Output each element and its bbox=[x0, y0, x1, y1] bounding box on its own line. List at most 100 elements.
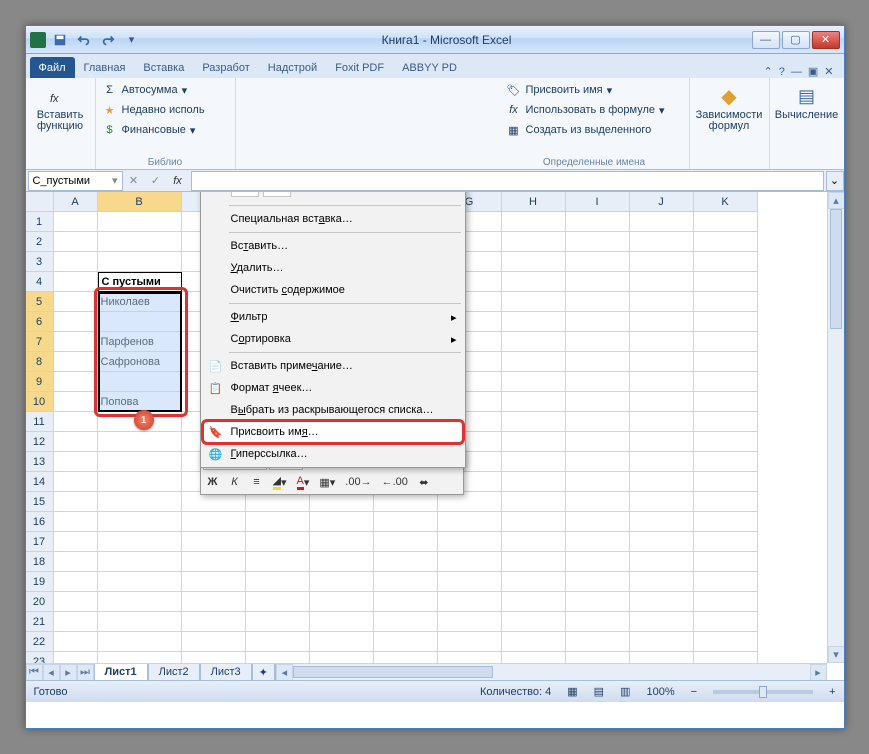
view-normal-button[interactable]: ▦ bbox=[567, 685, 577, 698]
sheet-nav-first[interactable]: ⏮ bbox=[26, 664, 43, 680]
tab-file[interactable]: Файл bbox=[30, 57, 75, 78]
recent-functions-button[interactable]: ★Недавно исполь bbox=[102, 100, 229, 120]
row-header-6[interactable]: 6 bbox=[26, 312, 54, 332]
help-icon[interactable]: ? bbox=[779, 66, 785, 78]
col-header-I[interactable]: I bbox=[566, 192, 630, 212]
font-color-button[interactable]: A▾ bbox=[293, 472, 314, 492]
doc-close-button[interactable]: ✕ bbox=[824, 65, 833, 78]
close-button[interactable]: ✕ bbox=[812, 31, 840, 49]
hscroll-thumb[interactable] bbox=[293, 666, 493, 678]
name-box[interactable]: С_пустыми▾ bbox=[28, 171, 123, 191]
row-header-19[interactable]: 19 bbox=[26, 572, 54, 592]
merge-button[interactable]: ⬌ bbox=[414, 472, 434, 492]
tab-abbyy[interactable]: ABBYY PD bbox=[393, 57, 466, 78]
scroll-up-button[interactable]: ▴ bbox=[828, 192, 844, 209]
cell-B7[interactable]: Парфенов bbox=[98, 332, 182, 352]
underline-toggle[interactable]: ≡ bbox=[247, 472, 267, 492]
calculation-button[interactable]: ▤ Вычисление bbox=[776, 80, 838, 125]
borders-button[interactable]: ▦▾ bbox=[315, 472, 339, 492]
row-header-9[interactable]: 9 bbox=[26, 372, 54, 392]
row-header-2[interactable]: 2 bbox=[26, 232, 54, 252]
fx-button[interactable]: fx bbox=[167, 171, 189, 191]
use-in-formula-button[interactable]: fxИспользовать в формуле ▾ bbox=[506, 100, 683, 120]
cell-B10[interactable]: Попова bbox=[98, 392, 182, 412]
expand-formula-bar[interactable]: ⌄ bbox=[826, 171, 844, 191]
redo-button[interactable] bbox=[98, 30, 118, 50]
row-header-11[interactable]: 11 bbox=[26, 412, 54, 432]
sheet-nav-prev[interactable]: ◂ bbox=[43, 664, 60, 680]
cell-B5[interactable]: Николаев bbox=[98, 292, 182, 312]
paste-option-1[interactable] bbox=[231, 192, 259, 197]
zoom-level[interactable]: 100% bbox=[646, 686, 674, 698]
row-header-14[interactable]: 14 bbox=[26, 472, 54, 492]
row-header-20[interactable]: 20 bbox=[26, 592, 54, 612]
save-button[interactable] bbox=[50, 30, 70, 50]
scroll-down-button[interactable]: ▾ bbox=[828, 646, 844, 663]
ctx-comment[interactable]: 📄Вставить примечание… bbox=[203, 355, 463, 377]
row-header-22[interactable]: 22 bbox=[26, 632, 54, 652]
ctx-dropdown-list[interactable]: Выбрать из раскрывающегося списка… bbox=[203, 399, 463, 421]
sheet-tab-2[interactable]: Лист2 bbox=[148, 664, 200, 680]
view-layout-button[interactable]: ▤ bbox=[594, 685, 604, 698]
row-header-5[interactable]: 5 bbox=[26, 292, 54, 312]
row-header-16[interactable]: 16 bbox=[26, 512, 54, 532]
insert-function-button[interactable]: fx Вставить функцию bbox=[32, 80, 89, 136]
sheet-tab-1[interactable]: Лист1 bbox=[94, 664, 148, 680]
paste-option-2[interactable] bbox=[263, 192, 291, 197]
view-pagebreak-button[interactable]: ▥ bbox=[620, 685, 630, 698]
ctx-define-name[interactable]: 🔖Присвоить имя… bbox=[203, 421, 463, 443]
fill-color-button[interactable]: ◢▾ bbox=[269, 472, 291, 492]
col-header-H[interactable]: H bbox=[502, 192, 566, 212]
ctx-paste-special[interactable]: Специальная вставка… bbox=[203, 208, 463, 230]
sheet-tab-3[interactable]: Лист3 bbox=[200, 664, 252, 680]
col-header-J[interactable]: J bbox=[630, 192, 694, 212]
minimize-button[interactable]: — bbox=[752, 31, 780, 49]
ctx-format-cells[interactable]: 📋Формат ячеек… bbox=[203, 377, 463, 399]
cell-B8[interactable]: Сафронова bbox=[98, 352, 182, 372]
row-header-15[interactable]: 15 bbox=[26, 492, 54, 512]
maximize-button[interactable]: ▢ bbox=[782, 31, 810, 49]
chevron-down-icon[interactable]: ▾ bbox=[112, 174, 118, 187]
tab-dev[interactable]: Разработ bbox=[193, 57, 258, 78]
ctx-insert[interactable]: Вставить… bbox=[203, 235, 463, 257]
row-header-18[interactable]: 18 bbox=[26, 552, 54, 572]
zoom-in-button[interactable]: + bbox=[829, 686, 835, 698]
tab-insert[interactable]: Вставка bbox=[134, 57, 193, 78]
zoom-slider[interactable] bbox=[713, 690, 813, 694]
row-header-13[interactable]: 13 bbox=[26, 452, 54, 472]
financial-button[interactable]: $Финансовые ▾ bbox=[102, 120, 229, 140]
vscroll-thumb[interactable] bbox=[830, 209, 842, 329]
ctx-hyperlink[interactable]: 🌐Гиперссылка… bbox=[203, 443, 463, 465]
ctx-clear[interactable]: Очистить содержимое bbox=[203, 279, 463, 301]
ctx-filter[interactable]: Фильтр▸ bbox=[203, 306, 463, 328]
row-header-7[interactable]: 7 bbox=[26, 332, 54, 352]
ribbon-minimize-icon[interactable]: ⌃ bbox=[764, 65, 773, 78]
autosum-button[interactable]: ΣАвтосумма ▾ bbox=[102, 80, 229, 100]
increase-decimal-button[interactable]: .00→ bbox=[341, 472, 375, 492]
tab-home[interactable]: Главная bbox=[75, 57, 135, 78]
vertical-scrollbar[interactable]: ▴ ▾ bbox=[827, 192, 844, 663]
row-header-12[interactable]: 12 bbox=[26, 432, 54, 452]
doc-restore-button[interactable]: ▣ bbox=[808, 65, 818, 78]
sheet-nav-last[interactable]: ⏭ bbox=[77, 664, 94, 680]
decrease-decimal-button[interactable]: ←.00 bbox=[378, 472, 412, 492]
define-name-button[interactable]: 🏷Присвоить имя ▾ bbox=[506, 80, 683, 100]
zoom-out-button[interactable]: − bbox=[691, 686, 697, 698]
qat-customize[interactable]: ▾ bbox=[122, 30, 142, 50]
new-sheet-button[interactable]: ✦ bbox=[252, 664, 275, 680]
sheet-nav-next[interactable]: ▸ bbox=[60, 664, 77, 680]
row-header-4[interactable]: 4 bbox=[26, 272, 54, 292]
row-header-1[interactable]: 1 bbox=[26, 212, 54, 232]
row-header-3[interactable]: 3 bbox=[26, 252, 54, 272]
doc-minimize-button[interactable]: — bbox=[791, 66, 802, 78]
col-header-B[interactable]: B bbox=[98, 192, 182, 212]
tab-foxit[interactable]: Foxit PDF bbox=[326, 57, 393, 78]
ctx-delete[interactable]: Удалить… bbox=[203, 257, 463, 279]
bold-button[interactable]: Ж bbox=[203, 472, 223, 492]
create-from-selection-button[interactable]: ▦Создать из выделенного bbox=[506, 120, 683, 140]
scroll-left-button[interactable]: ◂ bbox=[276, 664, 293, 680]
row-header-10[interactable]: 10 bbox=[26, 392, 54, 412]
select-all-corner[interactable] bbox=[26, 192, 54, 212]
italic-button[interactable]: К bbox=[225, 472, 245, 492]
row-header-21[interactable]: 21 bbox=[26, 612, 54, 632]
